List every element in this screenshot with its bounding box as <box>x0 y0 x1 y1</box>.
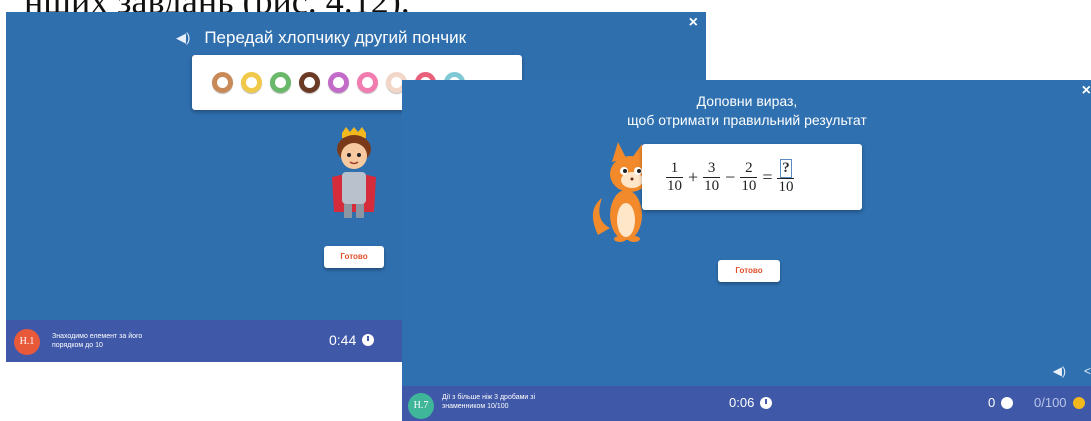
donut-item[interactable] <box>270 72 291 93</box>
answer-input[interactable]: ? <box>780 158 792 178</box>
fraction-2: 3 10 <box>703 159 721 194</box>
speaker-icon[interactable]: ◀) <box>1053 364 1066 378</box>
side-controls: ◀) < <box>1053 364 1091 378</box>
coins-value: 0/100 <box>1034 395 1067 410</box>
close-button[interactable]: × <box>689 14 698 32</box>
level-badge: Н.1 <box>14 329 40 355</box>
equals-operator: = <box>762 166 773 187</box>
task-title-line-1: Доповни вираз, <box>696 93 798 109</box>
hints-counter: 0 <box>988 395 1014 410</box>
level-badge: Н.7 <box>408 393 434 419</box>
donut-item[interactable] <box>299 72 320 93</box>
task-screen-fractions: × Доповни вираз, щоб отримати правильний… <box>402 80 1091 421</box>
clock-icon <box>362 334 375 346</box>
topic-title: Дії з більше ніж 3 дробами зі знаменнико… <box>442 394 536 410</box>
expression-box: 1 10 + 3 10 − 2 10 = ? 10 <box>642 144 862 210</box>
close-button[interactable]: × <box>1082 82 1091 100</box>
coin-icon <box>1072 396 1085 409</box>
donut-item[interactable] <box>328 72 349 93</box>
ready-button[interactable]: Готово <box>718 260 780 282</box>
timer-value: 0:06 <box>729 395 755 410</box>
plus-operator: + <box>688 166 699 187</box>
task-header: ◀) Передай хлопчику другий пончик <box>176 28 536 48</box>
clock-icon <box>760 396 773 409</box>
donut-item[interactable] <box>212 72 233 93</box>
answer-fraction: ? 10 <box>777 158 795 195</box>
task-title: Передай хлопчику другий пончик <box>204 28 467 47</box>
ready-button[interactable]: Готово <box>324 246 384 268</box>
timer-value: 0:44 <box>329 332 357 348</box>
timer: 0:44 <box>329 332 375 348</box>
minus-operator: − <box>725 166 736 187</box>
donut-item[interactable] <box>357 72 378 93</box>
hints-value: 0 <box>988 395 996 410</box>
donut-item[interactable] <box>241 72 262 93</box>
task-header: Доповни вираз, щоб отримати правильний р… <box>552 92 942 130</box>
prince-character-image <box>332 127 376 218</box>
share-icon[interactable]: < <box>1084 364 1091 378</box>
topic-title: Знаходимо елемент за його порядком до 10 <box>52 333 143 349</box>
coins-counter: 0/100 <box>1034 395 1085 410</box>
fraction-1: 1 10 <box>666 159 683 194</box>
speaker-icon[interactable]: ◀) <box>176 30 190 46</box>
task-footer: Н.7 Дії з більше ніж 3 дробами зі знамен… <box>402 386 1091 421</box>
task-title-line-2: щоб отримати правильний результат <box>627 112 867 128</box>
timer: 0:06 <box>729 395 773 410</box>
fraction-3: 2 10 <box>740 159 758 194</box>
hint-icon <box>1001 396 1014 409</box>
